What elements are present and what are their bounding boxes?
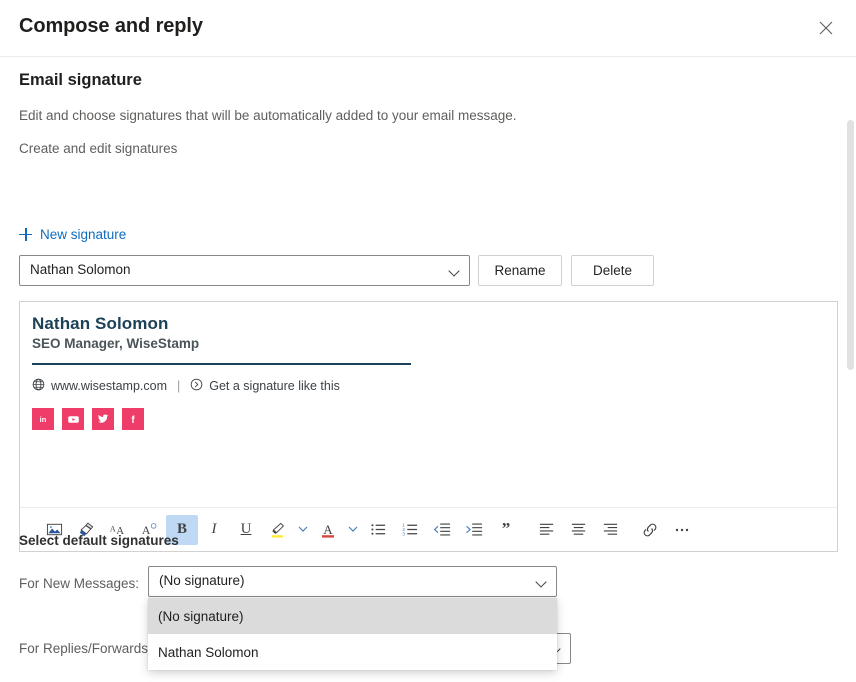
for-new-messages-label: For New Messages: [19, 576, 139, 591]
globe-icon [32, 378, 45, 394]
svg-text:f: f [131, 415, 135, 425]
font-color-icon[interactable]: A [312, 515, 344, 545]
align-center-icon[interactable] [562, 515, 594, 545]
insert-link-icon[interactable] [634, 515, 666, 545]
plus-icon [19, 228, 32, 241]
decrease-indent-icon[interactable] [426, 515, 458, 545]
select-default-signatures-heading: Select default signatures [19, 533, 179, 548]
bulleted-list-icon[interactable] [362, 515, 394, 545]
dropdown-option-no-signature[interactable]: (No signature) [148, 598, 557, 634]
new-messages-signature-value: (No signature) [159, 573, 245, 588]
svg-text:3: 3 [402, 531, 405, 537]
new-signature-button[interactable]: New signature [19, 224, 126, 244]
youtube-icon[interactable] [62, 408, 84, 430]
for-replies-forwards-label: For Replies/Forwards: [19, 641, 152, 656]
quote-icon[interactable]: ” [490, 515, 522, 545]
circle-arrow-icon [190, 378, 203, 394]
dialog-header: Compose and reply [0, 0, 856, 57]
vertical-scrollbar-track[interactable] [846, 58, 856, 682]
signature-person-role: SEO Manager, WiseStamp [32, 335, 825, 353]
chevron-down-icon [450, 267, 459, 276]
highlight-color-icon[interactable] [262, 515, 294, 545]
new-messages-dropdown-list[interactable]: (No signature) Nathan Solomon [148, 598, 557, 670]
signature-links-row: www.wisestamp.com | Get a signature like… [32, 378, 825, 394]
signature-select-value: Nathan Solomon [30, 262, 131, 277]
vertical-scrollbar-thumb[interactable] [847, 120, 854, 370]
signature-separator: | [177, 379, 180, 393]
close-button[interactable] [810, 13, 842, 45]
signature-select[interactable]: Nathan Solomon [19, 255, 470, 286]
svg-text:A: A [323, 522, 333, 537]
dropdown-option-nathan-solomon[interactable]: Nathan Solomon [148, 634, 557, 670]
twitter-icon[interactable] [92, 408, 114, 430]
signature-editor[interactable]: Nathan Solomon SEO Manager, WiseStamp ww… [19, 301, 838, 552]
create-edit-signatures-label: Create and edit signatures [19, 141, 177, 156]
italic-glyph: I [212, 522, 217, 537]
page-title: Email signature [19, 71, 142, 90]
increase-indent-icon[interactable] [458, 515, 490, 545]
delete-button[interactable]: Delete [571, 255, 654, 286]
numbered-list-icon[interactable]: 1 2 3 [394, 515, 426, 545]
linkedin-icon[interactable]: in [32, 408, 54, 430]
font-color-chevron-down-icon[interactable] [344, 515, 362, 545]
signature-website-link[interactable]: www.wisestamp.com [51, 379, 167, 393]
svg-text:in: in [40, 415, 47, 424]
signature-preview[interactable]: Nathan Solomon SEO Manager, WiseStamp ww… [32, 314, 825, 430]
new-messages-chevron-down-icon [537, 578, 546, 587]
new-signature-label: New signature [40, 227, 126, 242]
page-description: Edit and choose signatures that will be … [19, 108, 517, 123]
svg-text:A: A [110, 524, 116, 533]
italic-icon[interactable]: I [198, 515, 230, 545]
underline-glyph: U [241, 522, 252, 537]
signature-social-row: in f [32, 408, 825, 430]
align-left-icon[interactable] [530, 515, 562, 545]
signature-divider [32, 363, 411, 365]
signature-person-name: Nathan Solomon [32, 314, 825, 334]
highlight-color-chevron-down-icon[interactable] [294, 515, 312, 545]
new-messages-signature-select[interactable]: (No signature) [148, 566, 557, 597]
underline-icon[interactable]: U [230, 515, 262, 545]
dialog-title: Compose and reply [19, 15, 203, 38]
more-options-icon[interactable] [666, 515, 698, 545]
facebook-icon[interactable]: f [122, 408, 144, 430]
rename-button[interactable]: Rename [478, 255, 562, 286]
signature-cta-link[interactable]: Get a signature like this [209, 379, 340, 393]
close-icon [819, 21, 833, 38]
align-right-icon[interactable] [594, 515, 626, 545]
